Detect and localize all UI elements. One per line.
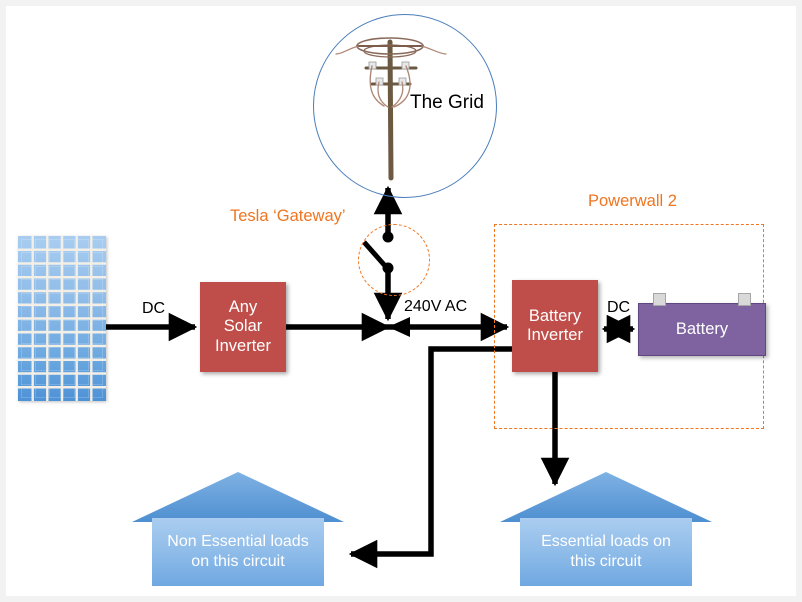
battery-terminal-left-icon [653,293,666,306]
solar-inverter-box[interactable]: Any Solar Inverter [200,282,286,372]
gateway-label: Tesla ‘Gateway’ [230,207,346,225]
house-non-essential-body: Non Essential loads on this circuit [152,518,324,586]
dc-battery-label: DC [607,299,631,316]
grid-label: The Grid [410,92,484,113]
battery-box[interactable]: Battery [638,293,766,356]
ac-voltage-label: 240V AC [404,298,468,315]
battery-terminal-right-icon [738,293,751,306]
solar-inverter-label: Any Solar Inverter [215,297,271,355]
house-essential[interactable]: Essential loads on this circuit [498,468,714,586]
house-essential-label: Essential loads on this circuit [541,533,671,570]
battery-inverter-box[interactable]: Battery Inverter [512,280,598,372]
house-non-essential-label: Non Essential loads on this circuit [167,533,309,570]
diagram-stage: The Grid Tesla ‘Gateway’ Powerwall 2 Any… [0,0,802,602]
gateway-circle [358,224,430,296]
powerwall-label: Powerwall 2 [588,192,677,210]
house-non-essential[interactable]: Non Essential loads on this circuit [130,468,346,586]
battery-inverter-label: Battery Inverter [527,306,583,344]
dc-solar-label: DC [142,300,166,317]
solar-panel-icon [18,236,106,401]
battery-label: Battery [675,320,729,338]
solar-panel-gridlines [18,236,106,401]
diagram-canvas: The Grid Tesla ‘Gateway’ Powerwall 2 Any… [6,6,796,596]
house-essential-body: Essential loads on this circuit [520,518,692,586]
